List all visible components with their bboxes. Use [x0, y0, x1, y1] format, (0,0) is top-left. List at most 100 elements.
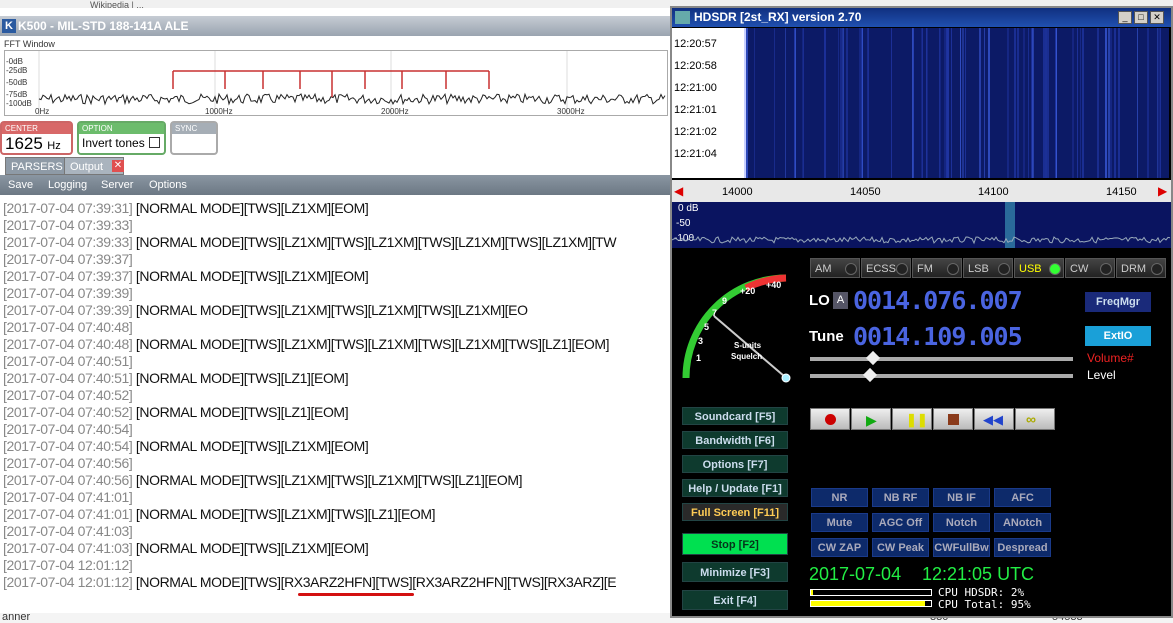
rewind-button[interactable]: ◀◀	[974, 408, 1014, 430]
soundcard-button[interactable]: Soundcard [F5]	[682, 407, 788, 425]
volume-slider-handle[interactable]	[865, 350, 881, 366]
k500-logo-icon: K	[2, 19, 16, 33]
close-window-button[interactable]: ✕	[1150, 11, 1164, 24]
s-meter-mark: 1	[696, 353, 701, 363]
stop-record-button[interactable]	[933, 408, 973, 430]
log-message: [NORMAL MODE][TWS][LZ1XM][TWS][LZ1XM][TW…	[132, 234, 617, 250]
despread-button[interactable]: Despread	[994, 538, 1051, 557]
stop-icon	[948, 414, 959, 425]
log-timestamp: [2017-07-04 07:40:52]	[3, 404, 133, 420]
menu-save[interactable]: Save	[8, 175, 33, 195]
k500-window: K500 - MIL-STD 188-141A ALE K FFT Window…	[0, 16, 670, 613]
waterfall-time: 12:21:00	[674, 82, 717, 94]
invert-tones-checkbox[interactable]	[149, 137, 161, 149]
nb-rf-button[interactable]: NB RF	[872, 488, 929, 507]
mode-cw[interactable]: CW	[1065, 258, 1115, 278]
freqmgr-button[interactable]: FreqMgr	[1085, 292, 1151, 312]
option-group: OPTION Invert tones	[77, 121, 166, 155]
log-timestamp: [2017-07-04 07:40:51]	[3, 370, 133, 386]
afc-button[interactable]: AFC	[994, 488, 1051, 507]
rewind-icon: ◀◀	[983, 412, 1003, 427]
log-timestamp: [2017-07-04 07:40:48]	[3, 319, 133, 335]
menu-logging[interactable]: Logging	[48, 175, 87, 195]
exit-button[interactable]: Exit [F4]	[682, 590, 788, 610]
help-update-button[interactable]: Help / Update [F1]	[682, 479, 788, 497]
center-group[interactable]: CENTER 1625 Hz	[0, 121, 73, 155]
scroll-right-icon[interactable]: ▶	[1158, 184, 1167, 198]
scroll-left-icon[interactable]: ◀	[674, 184, 683, 198]
hdsdr-title-bar[interactable]: HDSDR [2st_RX] version 2.70	[672, 8, 1171, 27]
mode-am[interactable]: AM	[810, 258, 860, 278]
cw-peak-button[interactable]: CW Peak	[872, 538, 929, 557]
anotch-button[interactable]: ANotch	[994, 513, 1051, 532]
mode-ecss[interactable]: ECSS	[861, 258, 911, 278]
mode-drm[interactable]: DRM	[1116, 258, 1166, 278]
tune-frequency[interactable]: 0014.109.005	[853, 322, 1023, 351]
log-line: [2017-07-04 07:39:37]	[0, 251, 670, 268]
volume-slider[interactable]	[810, 357, 1073, 361]
options-button[interactable]: Options [F7]	[682, 455, 788, 473]
loop-button[interactable]: ∞	[1015, 408, 1055, 430]
minimize-window-button[interactable]: _	[1118, 11, 1132, 24]
cw-zap-button[interactable]: CW ZAP	[811, 538, 868, 557]
stop-button[interactable]: Stop [F2]	[682, 533, 788, 555]
log-timestamp: [2017-07-04 07:39:31]	[3, 200, 133, 216]
nb-if-button[interactable]: NB IF	[933, 488, 990, 507]
s-units-label: S-units	[734, 341, 762, 350]
log-timestamp: [2017-07-04 07:41:03]	[3, 540, 133, 556]
lo-frequency[interactable]: 0014.076.007	[853, 286, 1023, 315]
cpu-total-text: CPU Total: 95%	[938, 598, 1031, 611]
waterfall-time: 12:20:57	[674, 38, 717, 50]
spectrum-display[interactable]: 0 dB -50 -100	[672, 202, 1171, 248]
maximize-window-button[interactable]: □	[1134, 11, 1148, 24]
log-line: [2017-07-04 07:40:54] [NORMAL MODE][TWS]…	[0, 438, 670, 455]
close-tab-icon[interactable]: ✕	[112, 160, 124, 172]
mode-usb[interactable]: USB	[1014, 258, 1064, 278]
record-button[interactable]	[810, 408, 850, 430]
squelch-label: Squelch	[731, 352, 762, 361]
log-timestamp: [2017-07-04 07:39:39]	[3, 285, 133, 301]
log-timestamp: [2017-07-04 12:01:12]	[3, 574, 133, 590]
menu-options[interactable]: Options	[149, 175, 187, 195]
waterfall-time: 12:21:04	[674, 148, 717, 160]
fft-xlabel: 1000Hz	[205, 107, 233, 116]
fft-xlabel: 3000Hz	[557, 107, 585, 116]
notch-button[interactable]: Notch	[933, 513, 990, 532]
menu-server[interactable]: Server	[101, 175, 133, 195]
level-label: Level	[1087, 368, 1116, 382]
full-screen-button[interactable]: Full Screen [F11]	[682, 503, 788, 521]
s-meter-mark: +20	[740, 286, 755, 296]
frequency-scale[interactable]: ◀ 14000 14050 14100 14150 ▶	[672, 180, 1171, 202]
waterfall-time: 12:21:01	[674, 104, 717, 116]
mode-lsb[interactable]: LSB	[963, 258, 1013, 278]
pause-button[interactable]: ❚❚	[892, 408, 932, 430]
callsign-highlight	[298, 593, 414, 596]
agc-off-button[interactable]: AGC Off	[872, 513, 929, 532]
invert-tones-label: Invert tones	[82, 136, 145, 150]
mode-label: USB	[1019, 263, 1042, 275]
lo-a-button[interactable]: A	[833, 292, 848, 309]
bandwidth-button[interactable]: Bandwidth [F6]	[682, 431, 788, 449]
k500-title-bar[interactable]: K500 - MIL-STD 188-141A ALE	[0, 16, 670, 36]
mode-fm[interactable]: FM	[912, 258, 962, 278]
level-slider[interactable]	[810, 374, 1073, 378]
waterfall-display[interactable]	[744, 28, 1169, 178]
sync-group: SYNC	[170, 121, 218, 155]
output-log[interactable]: [2017-07-04 07:39:31] [NORMAL MODE][TWS]…	[0, 200, 670, 612]
play-button[interactable]: ▶	[851, 408, 891, 430]
log-timestamp: [2017-07-04 07:39:37]	[3, 251, 133, 267]
tab-parsers[interactable]: PARSERS	[5, 157, 69, 175]
s-meter: 1 3 5 7 9 +20 +40 S-units Squelch	[682, 274, 791, 383]
led-icon	[845, 263, 857, 275]
cw-fullbw-button[interactable]: CWFullBw	[933, 538, 990, 557]
record-icon	[825, 414, 836, 425]
minimize-button[interactable]: Minimize [F3]	[682, 562, 788, 582]
mute-button[interactable]: Mute	[811, 513, 868, 532]
frequency-label: 14100	[978, 186, 1009, 198]
mode-label: DRM	[1121, 263, 1147, 275]
level-slider-handle[interactable]	[862, 367, 878, 383]
nr-button[interactable]: NR	[811, 488, 868, 507]
extio-button[interactable]: ExtIO	[1085, 326, 1151, 346]
log-message: [NORMAL MODE][TWS][LZ1XM][EOM]	[132, 438, 369, 454]
waterfall-time: 12:21:02	[674, 126, 717, 138]
